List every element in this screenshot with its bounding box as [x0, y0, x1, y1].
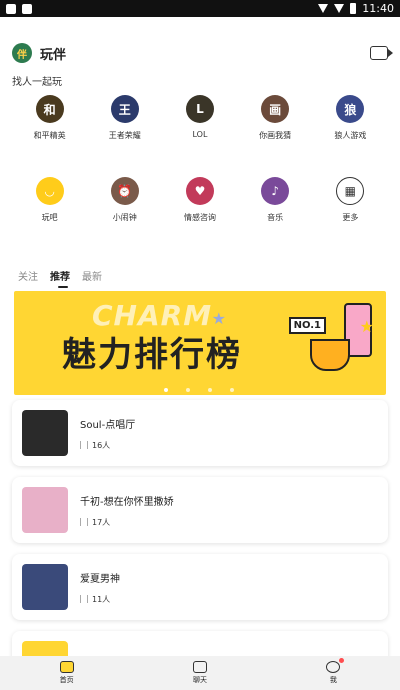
room-title: 爱夏男神 — [80, 573, 120, 585]
room-thumbnail — [22, 564, 68, 610]
tab-0[interactable]: 关注 — [18, 268, 38, 283]
brand-name: 玩伴 — [40, 47, 67, 63]
notification-icon — [6, 3, 16, 14]
lol-icon: L — [185, 95, 214, 123]
nav-item-home[interactable]: 首页 — [37, 661, 97, 685]
play-icon: ◡ — [35, 177, 64, 205]
nav-label: 聊天 — [192, 676, 207, 684]
audio-wave-icon — [80, 441, 88, 449]
nav-label: 首页 — [59, 676, 74, 684]
section-title: 找人一起玩 — [12, 77, 62, 88]
grid-item-heart-consult[interactable]: ♥ 情感咨询 — [170, 177, 230, 223]
grid-item-label: 情感咨询 — [183, 213, 216, 222]
grid-item-label: 更多 — [342, 213, 359, 222]
signal-icon — [334, 4, 345, 13]
music-icon: ♪ — [261, 177, 290, 205]
trophy-icon — [310, 339, 350, 371]
grid-item-label: 小闹钟 — [112, 213, 137, 222]
grid-item-pubg[interactable]: 和和平精英 — [20, 95, 80, 141]
room-title: 千初-想在你怀里撒娇 — [80, 496, 174, 508]
grid-item-honor-of-kings[interactable]: 王王者荣耀 — [95, 95, 155, 141]
chat-icon — [192, 661, 207, 673]
star-icon: ★ — [211, 309, 226, 328]
banner-pagination — [164, 388, 234, 392]
notification-icon-2 — [22, 3, 32, 14]
room-member-count: 16人 — [80, 440, 135, 451]
app-header: 伴 玩伴 — [12, 42, 393, 64]
grid-item-label: 狼人游戏 — [334, 131, 367, 140]
video-camera-icon[interactable] — [370, 46, 393, 60]
grid-item-label: 音乐 — [267, 213, 284, 222]
grid-item-label: 玩吧 — [41, 213, 58, 222]
feed-tabs: 关注 推荐 最新 — [18, 268, 102, 288]
room-count-value: 16人 — [92, 440, 111, 450]
battery-icon — [350, 3, 357, 14]
tab-2[interactable]: 最新 — [82, 268, 102, 283]
room-count-value: 11人 — [92, 594, 111, 604]
nav-label: 我 — [329, 676, 337, 684]
grid-item-label: 你画我猜 — [259, 131, 292, 140]
room-text: 千初-想在你怀里撒娇 17人 — [80, 493, 174, 528]
room-member-count: 17人 — [80, 517, 174, 528]
audio-wave-icon — [80, 595, 88, 603]
grid-item-music[interactable]: ♪ 音乐 — [245, 177, 305, 223]
tab-1[interactable]: 推荐 — [50, 268, 70, 288]
grid-item-label: LOL — [192, 130, 208, 139]
banner-title: 魅力排行榜 — [62, 335, 242, 375]
nav-item-profile[interactable]: 我 — [303, 658, 363, 685]
bottom-nav: 首页 聊天 我 — [0, 656, 400, 690]
star-icon-2: ★ — [359, 317, 374, 336]
room-thumbnail — [22, 410, 68, 456]
status-time: 11:40 — [362, 2, 394, 15]
grid-item-draw-guess[interactable]: 画你画我猜 — [245, 95, 305, 141]
pubg-icon: 和 — [35, 95, 64, 123]
grid-item-label: 王者荣耀 — [108, 131, 141, 140]
room-card[interactable]: 千初-想在你怀里撒娇 17人 — [12, 477, 388, 543]
notification-dot — [339, 658, 345, 663]
room-card[interactable]: Soul-点唱厅 16人 — [12, 400, 388, 466]
brand-logo-icon: 伴 — [12, 43, 32, 63]
game-grid-row-1: 和和平精英王王者荣耀 L LOL 画你画我猜狼狼人游戏 — [0, 95, 400, 141]
brand: 伴 玩伴 — [12, 43, 66, 63]
status-bar: 11:40 — [0, 0, 400, 17]
werewolf-icon: 狼 — [336, 95, 365, 123]
grid-item-more-grid[interactable]: ▦ 更多 — [320, 177, 380, 223]
alarm-clock-icon: ⏰ — [110, 177, 139, 205]
no1-badge: NO.1 — [288, 317, 326, 334]
grid-item-werewolf[interactable]: 狼狼人游戏 — [320, 95, 380, 141]
grid-item-alarm-clock[interactable]: ⏰ 小闹钟 — [95, 177, 155, 223]
grid-item-play[interactable]: ◡ 玩吧 — [20, 177, 80, 223]
honor-of-kings-icon: 王 — [110, 95, 139, 123]
room-member-count: 11人 — [80, 594, 120, 605]
room-text: Soul-点唱厅 16人 — [80, 416, 135, 451]
grid-item-lol[interactable]: L LOL — [170, 95, 230, 141]
room-thumbnail — [22, 487, 68, 533]
room-text: 爱夏男神 11人 — [80, 570, 120, 605]
audio-wave-icon — [80, 518, 88, 526]
room-count-value: 17人 — [92, 517, 111, 527]
grid-item-label: 和平精英 — [33, 131, 66, 140]
nav-item-chat[interactable]: 聊天 — [170, 661, 230, 685]
heart-consult-icon: ♥ — [185, 177, 214, 205]
wifi-icon — [318, 4, 329, 13]
home-icon — [59, 661, 74, 673]
pagination-dot[interactable] — [208, 388, 212, 392]
game-grid-row-2: ◡ 玩吧 ⏰ 小闹钟 ♥ 情感咨询 ♪ 音乐 ▦ 更多 — [0, 177, 400, 223]
draw-guess-icon: 画 — [261, 95, 290, 123]
pagination-dot[interactable] — [164, 388, 168, 392]
room-list: Soul-点唱厅16人千初-想在你怀里撒娇17人爱夏男神11人派单08-招优质接… — [12, 400, 388, 690]
room-card[interactable]: 爱夏男神 11人 — [12, 554, 388, 620]
pagination-dot[interactable] — [186, 388, 190, 392]
charm-ranking-banner[interactable]: CHARM 魅力排行榜 NO.1 ★ ★ — [14, 291, 386, 395]
pagination-dot[interactable] — [230, 388, 234, 392]
profile-icon — [326, 658, 345, 673]
more-grid-icon: ▦ — [336, 177, 365, 205]
room-title: Soul-点唱厅 — [80, 419, 136, 431]
